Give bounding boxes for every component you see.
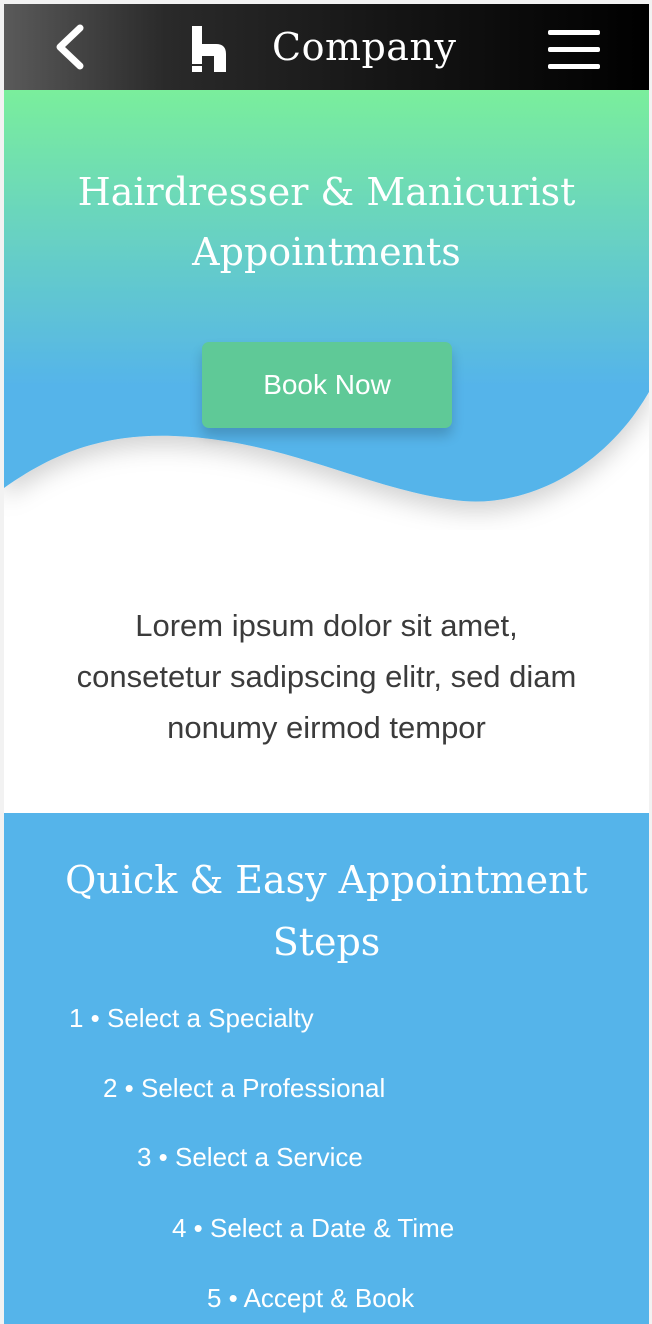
steps-title-line2: Steps xyxy=(272,920,381,964)
company-logo-icon[interactable] xyxy=(186,24,230,74)
intro-line2: consetetur sadipscing elitr, sed diam xyxy=(76,659,577,694)
hamburger-menu-icon xyxy=(548,30,600,69)
book-now-button[interactable]: Book Now xyxy=(202,342,452,428)
menu-button[interactable] xyxy=(544,26,604,74)
hero-title: Hairdresser & Manicurist Appointments xyxy=(4,162,649,282)
app-screen: Company Hairdresser & Manicurist Appoint… xyxy=(0,0,652,1324)
step-item-accept-book: 5 • Accept & Book xyxy=(207,1283,415,1313)
steps-title-line1: Quick & Easy Appointment xyxy=(65,858,588,902)
hero-wave-background xyxy=(4,90,649,502)
hero-section: Hairdresser & Manicurist Appointments Bo… xyxy=(4,90,649,530)
hero-title-line1: Hairdresser & Manicurist xyxy=(77,170,576,214)
intro-line3: nonumy eirmod tempor xyxy=(167,710,486,745)
intro-line1: Lorem ipsum dolor sit amet, xyxy=(135,608,518,643)
chevron-left-icon xyxy=(56,24,84,70)
step-item-service: 3 • Select a Service xyxy=(137,1142,363,1172)
step-item-professional: 2 • Select a Professional xyxy=(103,1073,386,1103)
step-item-date-time: 4 • Select a Date & Time xyxy=(172,1213,455,1243)
step-item-specialty: 1 • Select a Specialty xyxy=(69,1003,314,1033)
steps-title: Quick & Easy Appointment Steps xyxy=(4,849,649,973)
hero-title-line2: Appointments xyxy=(192,230,461,274)
back-button[interactable] xyxy=(46,22,96,72)
intro-text: Lorem ipsum dolor sit amet, consetetur s… xyxy=(34,600,619,753)
top-navigation-bar: Company xyxy=(4,4,649,90)
appointment-steps-section: Quick & Easy Appointment Steps 1 • Selec… xyxy=(4,813,649,1324)
brand-name: Company xyxy=(272,25,457,69)
